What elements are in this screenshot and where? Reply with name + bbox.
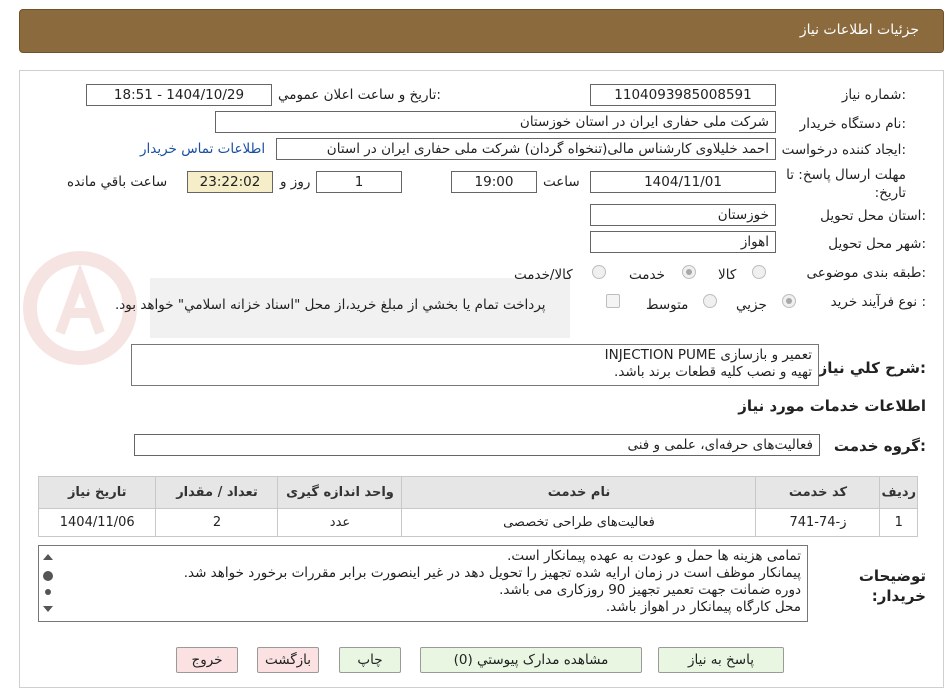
description-textarea[interactable]: تعمیر و بازسازی INJECTION PUME تهیه و نص… bbox=[131, 344, 819, 386]
col-code-header: کد خدمت bbox=[755, 476, 881, 509]
buyer-org-field: شرکت ملی حفاری ایران در استان خوزستان bbox=[215, 111, 776, 133]
buyer-contact-link[interactable]: اطلاعات تماس خريدار bbox=[140, 141, 265, 157]
buyer-note-line-4: محل کارگاه پیمانکار در اهواز باشد. bbox=[605, 599, 801, 615]
process-medium-radio[interactable] bbox=[703, 294, 717, 308]
cell-row: 1 bbox=[879, 508, 918, 537]
process-minor-label: جزيي bbox=[736, 297, 767, 313]
exit-button[interactable]: خروج bbox=[176, 647, 238, 673]
days-label: روز و bbox=[280, 174, 311, 190]
deadline-date-field: 1404/11/01 bbox=[590, 171, 776, 193]
category-both-label: کالا/خدمت bbox=[514, 267, 573, 283]
scroll-thumb-icon bbox=[43, 571, 53, 581]
scroll-up-icon bbox=[43, 554, 53, 560]
buyer-note-line-3: دوره ضمانت جهت تعمیر تجهیز 90 روزکاری می… bbox=[499, 582, 801, 598]
deadline-time-field: 19:00 bbox=[451, 171, 537, 193]
scroll-down-icon bbox=[43, 606, 53, 612]
creator-field: احمد خلیلاوی کارشناس مالی(تنخواه گردان) … bbox=[276, 138, 776, 160]
treasury-checkbox[interactable] bbox=[606, 294, 620, 308]
table-header-row: رديف کد خدمت نام خدمت واحد اندازه گيری ت… bbox=[37, 476, 918, 509]
category-goods-radio[interactable] bbox=[752, 265, 766, 279]
process-label: نوع فرآيند خريد : bbox=[830, 294, 926, 310]
description-line-1: تعمیر و بازسازی INJECTION PUME bbox=[604, 347, 812, 363]
category-both-radio[interactable] bbox=[592, 265, 606, 279]
remaining-time-field: 23:22:02 bbox=[187, 171, 273, 193]
buyer-note-line-1: تمامی هزینه ها حمل و عودت به عهده پیمانک… bbox=[507, 548, 801, 564]
col-name-header: نام خدمت bbox=[401, 476, 757, 509]
services-section-title: اطلاعات خدمات مورد نياز bbox=[738, 397, 926, 415]
services-table: رديف کد خدمت نام خدمت واحد اندازه گيری ت… bbox=[37, 476, 918, 537]
col-qty-header: تعداد / مقدار bbox=[155, 476, 279, 509]
city-label: شهر محل تحويل: bbox=[828, 236, 926, 252]
announce-date-label: تاریخ و ساعت اعلان عمومي: bbox=[278, 87, 441, 103]
table-row: 1 ز-74-741 فعالیت‌های طراحی تخصصی عدد 2 … bbox=[37, 508, 918, 537]
buyer-org-label: نام دستگاه خريدار: bbox=[799, 116, 906, 132]
deadline-label: مهلت ارسال پاسخ: تا تاريخ: bbox=[786, 167, 906, 201]
title-bar: جزئیات اطلاعات نیاز bbox=[19, 9, 944, 53]
view-attachments-button[interactable]: مشاهده مدارک پيوستي (0) bbox=[420, 647, 642, 673]
time-label: ساعت bbox=[543, 174, 580, 190]
payment-note: پرداخت تمام يا بخشي از مبلغ خريد،از محل … bbox=[115, 297, 546, 313]
process-minor-radio[interactable] bbox=[782, 294, 796, 308]
days-field: 1 bbox=[316, 171, 402, 193]
buyer-note-line-2: پیمانکار موظف است در زمان ارایه شده تجهی… bbox=[183, 565, 801, 581]
city-field: اهواز bbox=[590, 231, 776, 253]
service-group-label: گروه خدمت: bbox=[833, 437, 926, 455]
col-date-header: تاريخ نياز bbox=[37, 476, 157, 509]
need-number-label: شماره نیاز: bbox=[841, 87, 906, 103]
description-label: شرح کلي نياز: bbox=[818, 359, 926, 377]
category-label: طبقه بندی موضوعی: bbox=[806, 265, 926, 281]
category-service-radio[interactable] bbox=[682, 265, 696, 279]
reply-button[interactable]: پاسخ به نياز bbox=[658, 647, 784, 673]
creator-label: ایجاد کننده درخواست: bbox=[781, 142, 906, 158]
col-unit-header: واحد اندازه گيری bbox=[277, 476, 403, 509]
province-label: استان محل تحويل: bbox=[820, 208, 926, 224]
cell-name: فعالیت‌های طراحی تخصصی bbox=[401, 508, 757, 537]
buyer-notes-textarea[interactable]: تمامی هزینه ها حمل و عودت به عهده پیمانک… bbox=[38, 545, 808, 622]
service-group-field: فعالیت‌های حرفه‌ای، علمی و فنی bbox=[134, 434, 820, 456]
province-field: خوزستان bbox=[590, 204, 776, 226]
description-line-2: تهیه و نصب کلیه قطعات برند باشد. bbox=[614, 364, 812, 380]
notes-scrollbar[interactable] bbox=[40, 548, 56, 622]
remaining-label: ساعت باقي مانده bbox=[67, 174, 168, 190]
col-row-header: رديف bbox=[879, 476, 918, 509]
process-medium-label: متوسط bbox=[646, 297, 689, 313]
scroll-dot-icon bbox=[45, 589, 51, 595]
page-title: جزئیات اطلاعات نیاز bbox=[799, 22, 919, 38]
need-number-field: 1104093985008591 bbox=[590, 84, 776, 106]
category-service-label: خدمت bbox=[629, 267, 665, 283]
buyer-notes-label: توضيحات خريدار: bbox=[858, 567, 926, 605]
announce-date-field: 1404/10/29 - 18:51 bbox=[86, 84, 272, 106]
cell-unit: عدد bbox=[277, 508, 403, 537]
back-button[interactable]: بازگشت bbox=[257, 647, 319, 673]
print-button[interactable]: چاپ bbox=[339, 647, 401, 673]
cell-code: ز-74-741 bbox=[755, 508, 881, 537]
category-goods-label: کالا bbox=[718, 267, 737, 283]
cell-qty: 2 bbox=[155, 508, 279, 537]
cell-date: 1404/11/06 bbox=[37, 508, 157, 537]
